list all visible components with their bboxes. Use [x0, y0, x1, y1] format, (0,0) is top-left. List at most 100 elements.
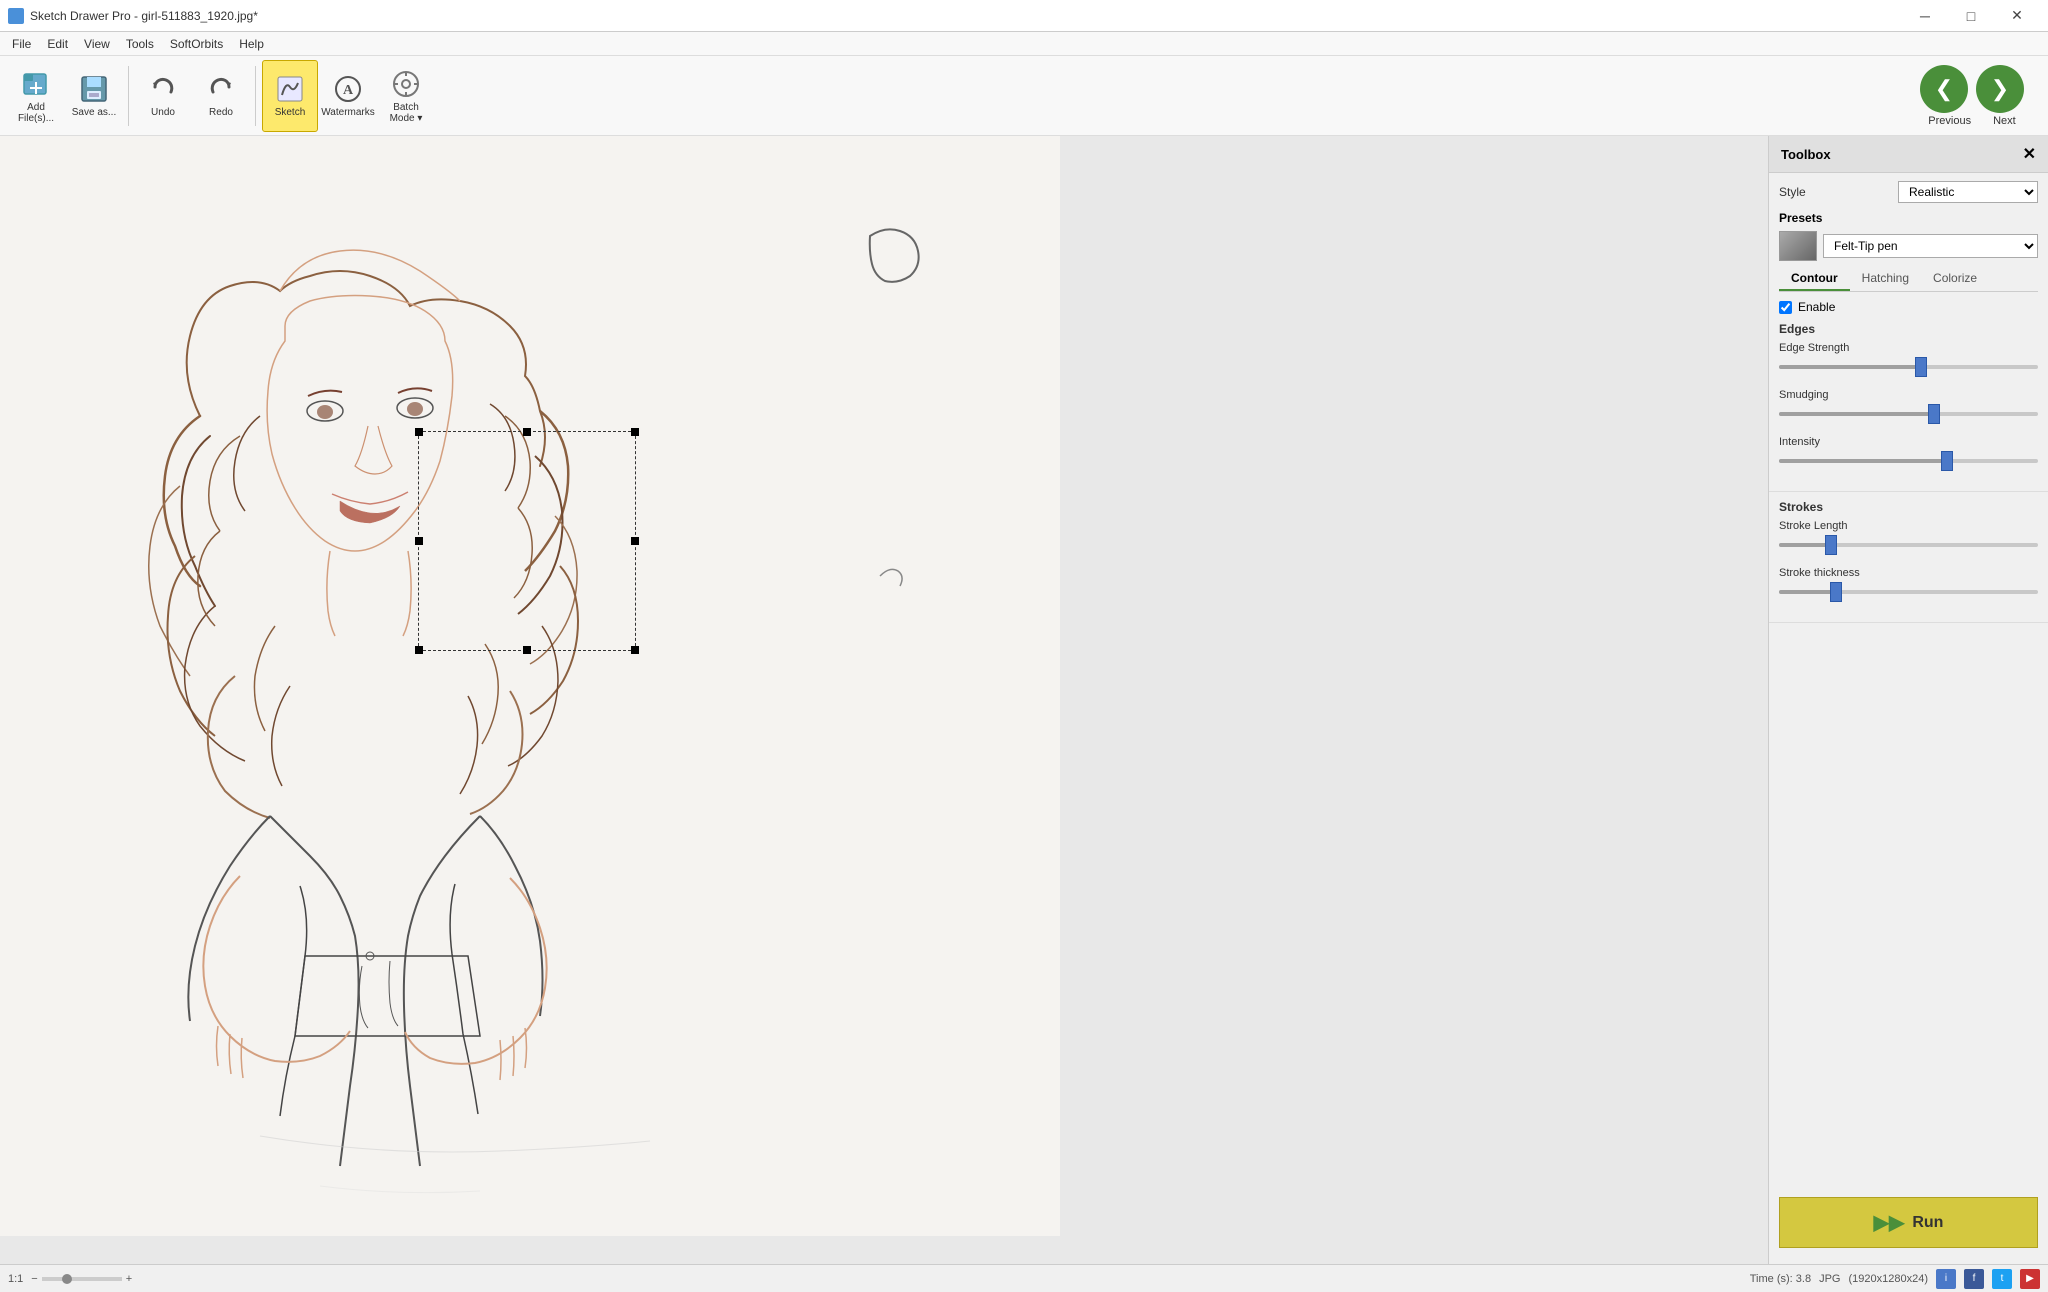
- stroke-length-label: Stroke Length: [1779, 520, 2038, 532]
- undo-label: Undo: [151, 107, 175, 118]
- edge-strength-track[interactable]: [1779, 357, 2038, 377]
- zoom-plus-icon[interactable]: +: [126, 1273, 132, 1285]
- handle-ml[interactable]: [415, 537, 423, 545]
- handle-tr[interactable]: [631, 428, 639, 436]
- canvas-content: [0, 136, 1768, 1264]
- window-title: Sketch Drawer Pro - girl-511883_1920.jpg…: [30, 9, 258, 23]
- add-files-button[interactable]: Add File(s)...: [8, 60, 64, 132]
- stroke-length-track[interactable]: [1779, 535, 2038, 555]
- zoom-track[interactable]: [42, 1277, 122, 1281]
- minimize-button[interactable]: ─: [1902, 0, 1948, 32]
- handle-mb[interactable]: [523, 646, 531, 654]
- maximize-button[interactable]: □: [1948, 0, 1994, 32]
- stroke-thickness-label: Stroke thickness: [1779, 567, 2038, 579]
- menu-softorbits[interactable]: SoftOrbits: [162, 32, 231, 56]
- enable-checkbox[interactable]: [1779, 301, 1792, 314]
- handle-bl[interactable]: [415, 646, 423, 654]
- toolbox-title: Toolbox: [1781, 147, 1831, 162]
- smudging-fill: [1779, 412, 1934, 416]
- menu-bar: File Edit View Tools SoftOrbits Help: [0, 32, 2048, 56]
- svg-text:A: A: [343, 83, 354, 98]
- tab-hatching[interactable]: Hatching: [1850, 267, 1921, 291]
- zoom-min-label: 1:1: [8, 1273, 23, 1285]
- handle-tl[interactable]: [415, 428, 423, 436]
- run-label: Run: [1912, 1214, 1943, 1232]
- save-as-button[interactable]: Save as...: [66, 60, 122, 132]
- smudging-row: Smudging: [1779, 389, 2038, 424]
- edge-strength-fill: [1779, 365, 1921, 369]
- intensity-thumb[interactable]: [1941, 451, 1953, 471]
- menu-tools[interactable]: Tools: [118, 32, 162, 56]
- intensity-row: Intensity: [1779, 436, 2038, 471]
- title-bar: Sketch Drawer Pro - girl-511883_1920.jpg…: [0, 0, 2048, 32]
- style-section: Style Realistic Presets Felt-Tip pen Pen…: [1769, 173, 2048, 492]
- previous-button[interactable]: ❮: [1920, 65, 1968, 113]
- stroke-length-thumb[interactable]: [1825, 535, 1837, 555]
- stroke-length-fill: [1779, 543, 1831, 547]
- close-button[interactable]: ✕: [1994, 0, 2040, 32]
- edge-strength-bg: [1779, 365, 2038, 369]
- toolbar-sep-2: [255, 66, 256, 126]
- info-icon[interactable]: i: [1936, 1269, 1956, 1289]
- stroke-thickness-row: Stroke thickness: [1779, 567, 2038, 602]
- zoom-control[interactable]: − +: [31, 1273, 132, 1285]
- tabs-row: Contour Hatching Colorize: [1779, 267, 2038, 292]
- stroke-thickness-thumb[interactable]: [1830, 582, 1842, 602]
- toolbox-close-icon[interactable]: ✕: [2023, 144, 2036, 164]
- intensity-fill: [1779, 459, 1947, 463]
- next-label: Next: [1993, 115, 2016, 127]
- social-icon[interactable]: f: [1964, 1269, 1984, 1289]
- save-as-icon: [78, 73, 110, 105]
- menu-edit[interactable]: Edit: [39, 32, 76, 56]
- tab-colorize[interactable]: Colorize: [1921, 267, 1989, 291]
- strokes-section: Strokes Stroke Length Stroke thickness: [1769, 492, 2048, 623]
- twitter-icon[interactable]: t: [1992, 1269, 2012, 1289]
- time-info: Time (s): 3.8: [1750, 1273, 1811, 1285]
- menu-view[interactable]: View: [76, 32, 118, 56]
- format-info: JPG: [1819, 1273, 1840, 1285]
- menu-file[interactable]: File: [4, 32, 39, 56]
- smudging-thumb[interactable]: [1928, 404, 1940, 424]
- menu-help[interactable]: Help: [231, 32, 272, 56]
- redo-button[interactable]: Redo: [193, 60, 249, 132]
- toolbox-header: Toolbox ✕: [1769, 136, 2048, 173]
- run-arrow-icon: ▶▶: [1874, 1210, 1905, 1235]
- toolbar: Add File(s)... Save as... Undo: [0, 56, 2048, 136]
- intensity-label: Intensity: [1779, 436, 2038, 448]
- watermarks-button[interactable]: A Watermarks: [320, 60, 376, 132]
- add-files-label: Add File(s)...: [12, 102, 60, 124]
- watermarks-label: Watermarks: [321, 107, 375, 118]
- batch-mode-button[interactable]: Batch Mode ▾: [378, 60, 434, 132]
- handle-br[interactable]: [631, 646, 639, 654]
- undo-button[interactable]: Undo: [135, 60, 191, 132]
- style-select[interactable]: Realistic: [1898, 181, 2038, 203]
- main-layout: Toolbox ✕ Style Realistic Presets Felt-T…: [0, 136, 2048, 1264]
- run-section: ▶▶ Run: [1769, 1181, 2048, 1264]
- youtube-icon[interactable]: ▶: [2020, 1269, 2040, 1289]
- zoom-thumb[interactable]: [62, 1274, 72, 1284]
- run-button[interactable]: ▶▶ Run: [1779, 1197, 2038, 1248]
- next-button[interactable]: ❯: [1976, 65, 2024, 113]
- enable-label[interactable]: Enable: [1798, 300, 1835, 314]
- handle-mr[interactable]: [631, 537, 639, 545]
- toolbox-spacer: [1769, 623, 2048, 1181]
- presets-label: Presets: [1779, 211, 1829, 225]
- stroke-thickness-track[interactable]: [1779, 582, 2038, 602]
- sketch-button[interactable]: Sketch: [262, 60, 318, 132]
- tab-contour[interactable]: Contour: [1779, 267, 1850, 291]
- smudging-label: Smudging: [1779, 389, 2038, 401]
- intensity-track[interactable]: [1779, 451, 2038, 471]
- watermarks-icon: A: [332, 73, 364, 105]
- smudging-track[interactable]: [1779, 404, 2038, 424]
- intensity-bg: [1779, 459, 2038, 463]
- canvas-area[interactable]: [0, 136, 1768, 1264]
- zoom-minus-icon[interactable]: −: [31, 1273, 37, 1285]
- status-left: 1:1 − +: [8, 1273, 132, 1285]
- edge-strength-thumb[interactable]: [1915, 357, 1927, 377]
- batch-mode-icon: [390, 68, 422, 100]
- presets-select[interactable]: Felt-Tip pen Pencil Charcoal: [1823, 234, 2038, 258]
- app-icon: [8, 8, 24, 24]
- add-files-icon: [20, 68, 52, 100]
- stroke-length-row: Stroke Length: [1779, 520, 2038, 555]
- handle-mt[interactable]: [523, 428, 531, 436]
